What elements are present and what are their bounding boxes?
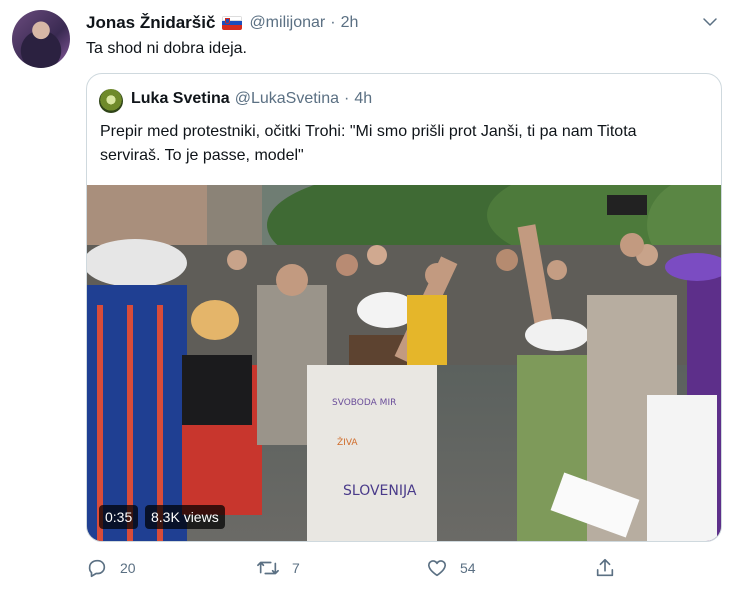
tweet[interactable]: Jonas Žnidaršič @milijonar · 2h Ta shod … [0, 0, 730, 601]
header-separator: · [330, 14, 336, 31]
share-icon [594, 557, 616, 579]
author-name[interactable]: Jonas Žnidaršič [86, 13, 215, 33]
like-count: 54 [460, 560, 476, 576]
retweet-button[interactable]: 7 [256, 555, 300, 581]
reply-button[interactable]: 20 [86, 555, 136, 581]
share-button[interactable] [594, 555, 616, 581]
reply-icon [86, 557, 108, 579]
svg-text:SLOVENIJA: SLOVENIJA [343, 483, 417, 499]
retweet-icon [256, 557, 280, 579]
tweet-actions: 20 7 54 [86, 555, 646, 581]
quoted-author-handle: @LukaSvetina [234, 90, 340, 107]
tweet-text: Ta shod ni dobra ideja. [86, 40, 247, 57]
video-player[interactable]: SVOBODA MIR ŽIVA SLOVENIJA 0:35 8.3K vie… [87, 185, 721, 541]
svg-text:ŽIVA: ŽIVA [337, 436, 358, 448]
like-button[interactable]: 54 [426, 555, 476, 581]
heart-icon [426, 557, 448, 579]
chevron-down-icon[interactable] [700, 12, 720, 32]
tweet-timestamp[interactable]: 2h [341, 14, 359, 32]
author-handle[interactable]: @milijonar [249, 14, 325, 32]
video-views-badge: 8.3K views [145, 505, 225, 529]
tweet-header: Jonas Žnidaršič @milijonar · 2h [86, 12, 358, 34]
quoted-tweet[interactable]: Luka Svetina @LukaSvetina · 4h Prepir me… [86, 73, 722, 542]
video-frame: SVOBODA MIR ŽIVA SLOVENIJA [87, 185, 721, 541]
video-duration-badge: 0:35 [99, 505, 139, 529]
svg-text:SVOBODA MIR: SVOBODA MIR [332, 398, 396, 408]
quoted-tweet-timestamp: 4h [354, 90, 373, 107]
slovenia-flag-icon [222, 16, 243, 30]
quoted-author-name: Luka Svetina [131, 90, 230, 107]
quoted-header-separator: · [344, 90, 350, 107]
quoted-author-avatar[interactable] [99, 89, 123, 113]
quoted-tweet-text: Prepir med protestniki, očitki Trohi: "M… [100, 123, 637, 164]
retweet-count: 7 [292, 560, 300, 576]
author-avatar[interactable] [12, 10, 70, 68]
quoted-tweet-header: Luka Svetina @LukaSvetina · 4h [131, 90, 372, 108]
reply-count: 20 [120, 560, 136, 576]
